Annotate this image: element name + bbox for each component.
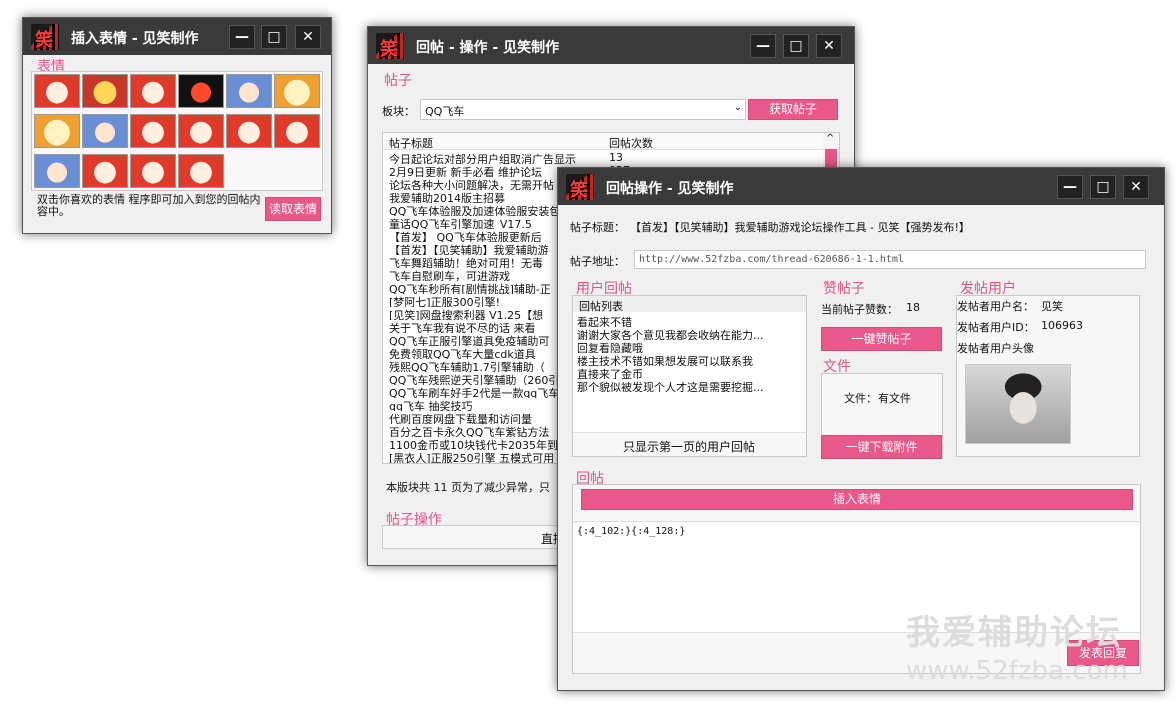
app-logo-icon	[376, 33, 404, 61]
user-replies-panel: 回帖列表 看起来不错 谢谢大家各个意见我都会收纳在能力... 回复看隐藏哦 楼主技术不…	[572, 295, 807, 457]
post-title-value: 【首发】【见笑辅助】我爱辅助游戏论坛操作工具 - 见笑【强势发布!】	[630, 221, 970, 234]
board-select-value: QQ飞车	[425, 105, 465, 118]
post-url-field[interactable]: http://www.52fzba.com/thread-620686-1-1.…	[634, 250, 1146, 269]
emoji-item[interactable]	[82, 74, 128, 108]
column-header-title[interactable]: 帖子标题	[389, 135, 433, 151]
maximize-icon[interactable]: □	[1090, 175, 1116, 199]
emoji-item[interactable]	[178, 74, 224, 108]
list-item[interactable]: 直接来了金币	[577, 366, 802, 379]
poster-id-label: 发帖者用户ID：	[957, 321, 1035, 334]
emoji-window: 插入表情 - 见笑制作 — □ ✕ 表情 双击你喜欢的表情 程序即可加入到您的回…	[22, 17, 332, 234]
close-icon[interactable]: ✕	[1123, 175, 1149, 199]
insert-emoji-button[interactable]: 插入表情	[581, 489, 1133, 510]
first-page-note: 只显示第一页的用户回帖	[623, 440, 756, 454]
watermark-cn: 我爱辅助论坛	[906, 613, 1122, 653]
list-item[interactable]: 楼主技术不错如果想发展可以联系我	[577, 353, 802, 366]
emoji-item[interactable]	[34, 74, 80, 108]
emoji-item[interactable]	[178, 154, 224, 188]
emoji-window-titlebar[interactable]: 插入表情 - 见笑制作 — □ ✕	[23, 18, 331, 55]
close-icon[interactable]: ✕	[816, 34, 842, 58]
list-item[interactable]: 谢谢大家各个意见我都会收纳在能力...	[577, 327, 802, 340]
poster-name-label: 发帖者用户名：	[957, 300, 1034, 313]
like-post-button[interactable]: 一键赞帖子	[821, 327, 942, 351]
list-item[interactable]: 看起来不错	[577, 314, 802, 327]
minimize-icon[interactable]: —	[1057, 175, 1083, 199]
like-count-value: 18	[906, 301, 920, 314]
emoji-item[interactable]	[178, 114, 224, 148]
posts-section-label: 帖子	[384, 73, 412, 89]
download-attachment-button[interactable]: 一键下载附件	[821, 435, 942, 459]
get-posts-button[interactable]: 获取帖子	[748, 99, 838, 120]
emoji-item[interactable]	[226, 74, 272, 108]
like-section-label: 赞帖子	[823, 281, 865, 297]
like-count-label: 当前帖子赞数：	[821, 303, 898, 316]
emoji-item[interactable]	[82, 154, 128, 188]
emoji-item[interactable]	[34, 114, 80, 148]
emoji-item[interactable]	[130, 154, 176, 188]
chevron-down-icon: ⌄	[733, 102, 742, 113]
list-item[interactable]: 那个貌似被发现个人才这是需要挖掘...	[577, 379, 802, 392]
emoji-window-title: 插入表情 - 见笑制作	[71, 31, 199, 47]
posts-footer-text: 本版块共 11 页为了减少异常，只	[386, 481, 550, 494]
avatar	[965, 364, 1071, 444]
minimize-icon[interactable]: —	[229, 25, 255, 49]
minimize-icon[interactable]: —	[750, 34, 776, 58]
board-label: 板块：	[382, 105, 415, 118]
file-label: 文件：	[844, 392, 877, 405]
post-count-cell: 13	[609, 151, 623, 164]
reply-list-header: 回帖列表	[573, 296, 806, 313]
table-row[interactable]: 今日起论坛对部分用户组取消广告显示 13	[387, 151, 819, 164]
poster-avatar-label: 发帖者用户头像	[957, 342, 1034, 355]
maximize-icon[interactable]: □	[783, 34, 809, 58]
maximize-icon[interactable]: □	[261, 25, 287, 49]
emoji-grid	[31, 71, 323, 191]
app-logo-icon	[566, 174, 594, 202]
emoji-item[interactable]	[274, 114, 320, 148]
app-logo-icon	[31, 24, 59, 52]
emoji-hint-text: 双击你喜欢的表情 程序即可加入到您的回帖内容中。	[37, 193, 261, 218]
board-select[interactable]: QQ飞车 ⌄	[420, 99, 746, 120]
reply-window-titlebar[interactable]: 回帖 - 操作 - 见笑制作 — □ ✕	[368, 27, 854, 64]
list-item[interactable]: 回复看隐藏哦	[577, 340, 802, 353]
op-window-title: 回帖操作 - 见笑制作	[606, 181, 734, 197]
emoji-item[interactable]	[34, 154, 80, 188]
poster-panel: 发帖者用户名： 见笑 发帖者用户ID： 106963 发帖者用户头像	[956, 295, 1140, 457]
emoji-item[interactable]	[130, 74, 176, 108]
reply-list: 回帖列表 看起来不错 谢谢大家各个意见我都会收纳在能力... 回复看隐藏哦 楼主技术不…	[573, 296, 806, 433]
post-url-label: 帖子地址：	[570, 255, 625, 268]
emoji-item[interactable]	[82, 114, 128, 148]
table-header: 帖子标题 回帖次数	[383, 133, 823, 150]
reply-window-title: 回帖 - 操作 - 见笑制作	[416, 40, 560, 56]
poster-name-value: 见笑	[1041, 300, 1063, 313]
file-value: 有文件	[878, 392, 911, 405]
op-window-titlebar[interactable]: 回帖操作 - 见笑制作 — □ ✕	[558, 168, 1164, 205]
post-title-cell: 今日起论坛对部分用户组取消广告显示	[389, 153, 576, 164]
post-title-label: 帖子标题：	[570, 221, 625, 234]
emoji-item[interactable]	[130, 114, 176, 148]
watermark-url: www.52fzba.com	[906, 656, 1128, 686]
column-header-count[interactable]: 回帖次数	[609, 135, 653, 151]
scroll-up-icon[interactable]: ^	[826, 133, 834, 144]
read-emoji-button[interactable]: 读取表情	[265, 197, 321, 221]
close-icon[interactable]: ✕	[295, 25, 321, 49]
emoji-item[interactable]	[226, 114, 272, 148]
emoji-item[interactable]	[274, 74, 320, 108]
poster-id-value: 106963	[1041, 319, 1083, 332]
